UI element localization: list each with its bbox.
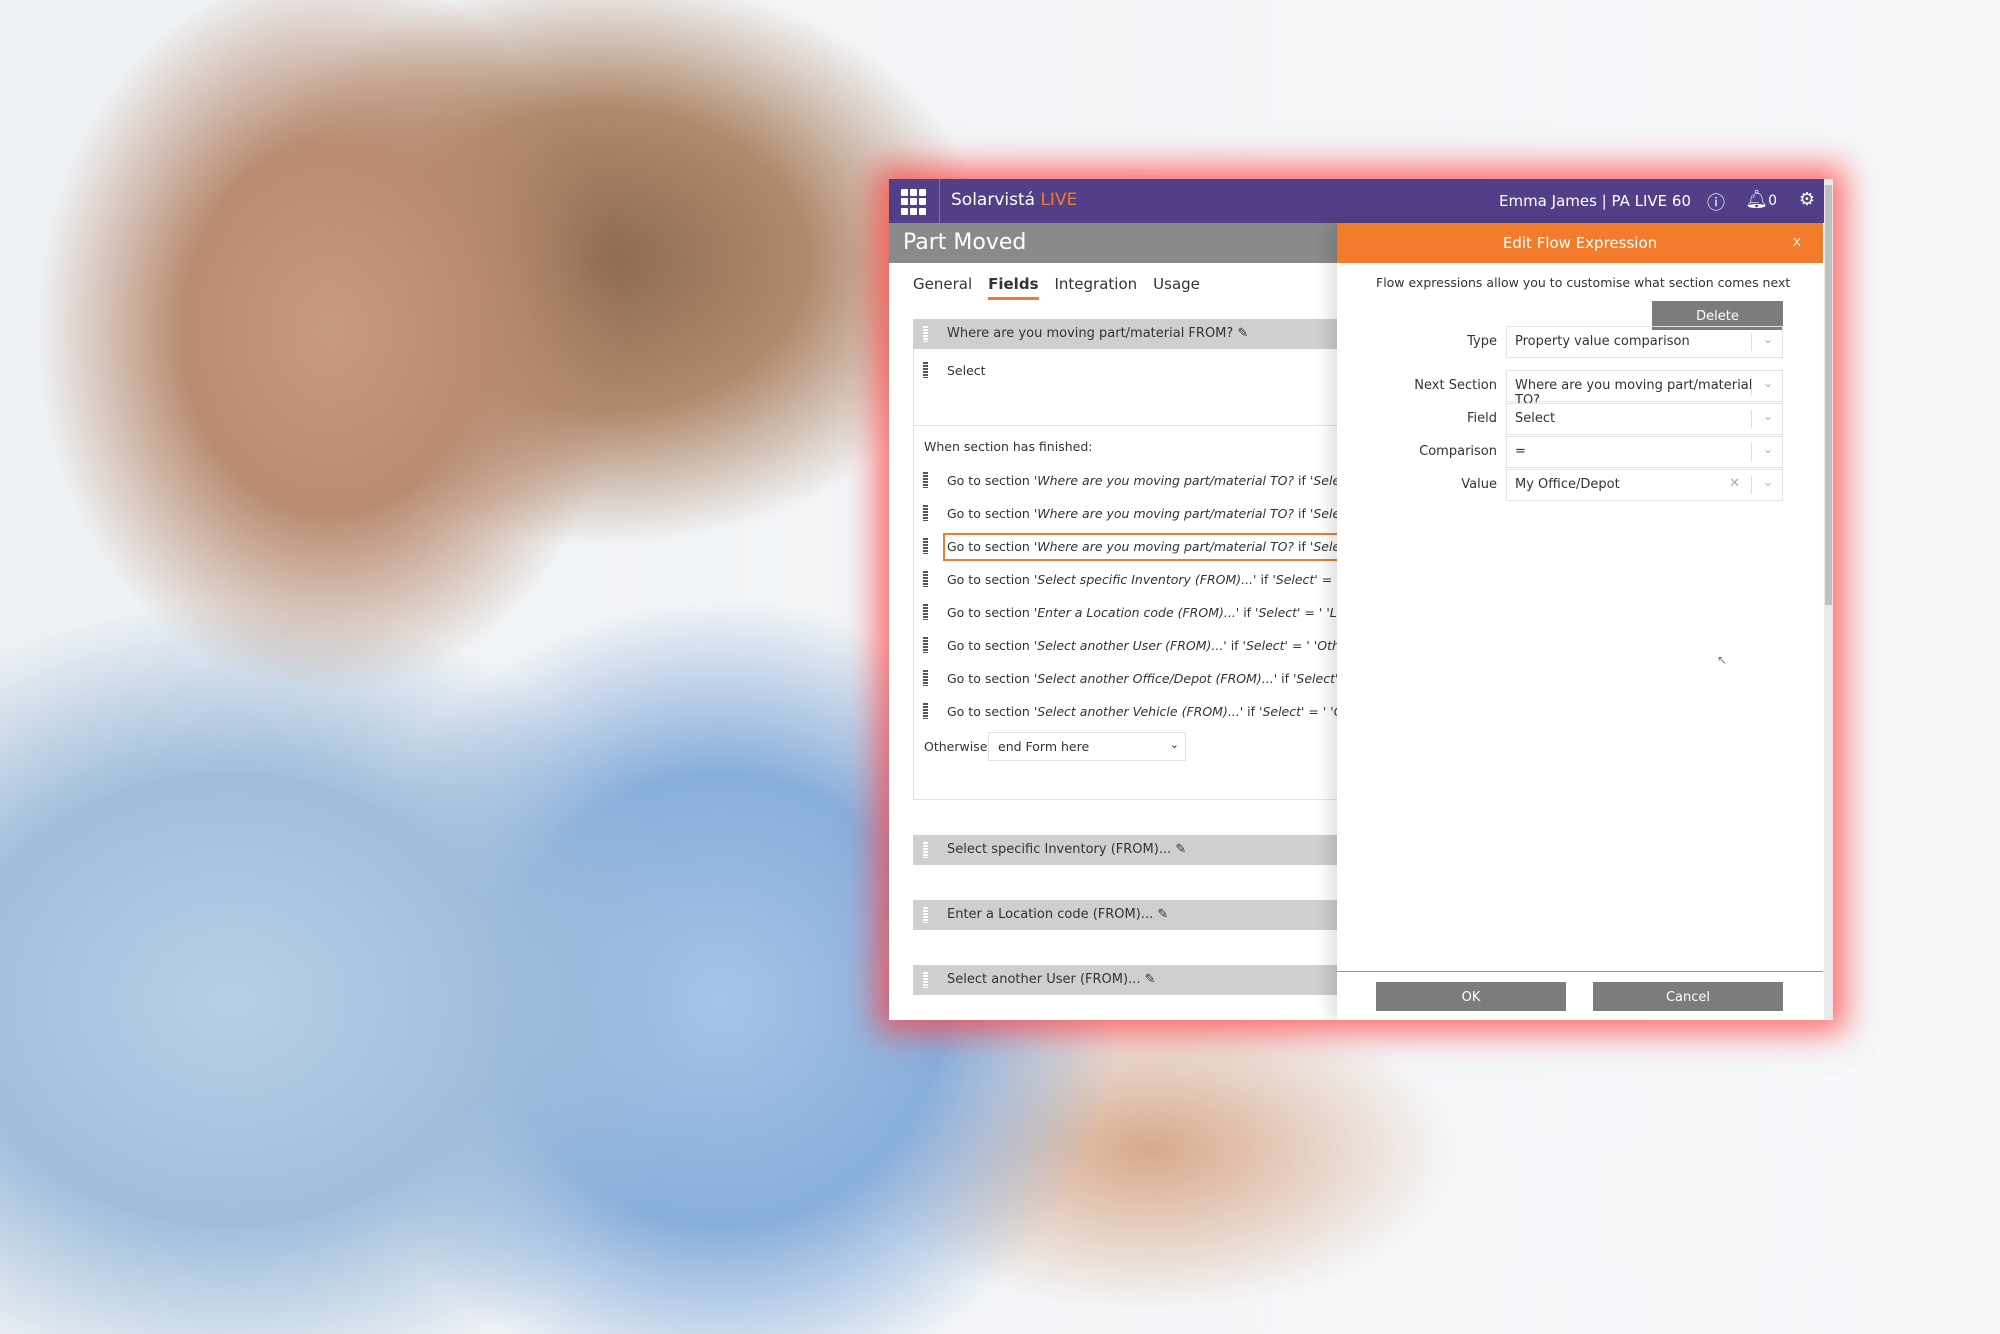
edit-icon[interactable]: ✎ <box>1145 972 1156 987</box>
drag-handle-icon[interactable] <box>923 972 928 988</box>
chevron-down-icon: ⌄ <box>1762 442 1773 456</box>
drag-handle-icon[interactable] <box>923 571 928 587</box>
drag-handle-icon[interactable] <box>923 505 928 521</box>
drag-handle-icon[interactable] <box>923 670 928 686</box>
comparison-select[interactable]: = ⌄ <box>1506 436 1783 468</box>
drag-handle-icon[interactable] <box>923 604 928 620</box>
edit-icon[interactable]: ✎ <box>1175 842 1186 857</box>
flow-rule[interactable]: Go to section 'Select specific Inventory… <box>913 566 1343 594</box>
drag-handle-icon[interactable] <box>923 703 928 719</box>
type-select[interactable]: Property value comparison ⌄ <box>1506 326 1783 358</box>
scrollbar-thumb[interactable] <box>1825 185 1832 605</box>
chevron-down-icon: ⌄ <box>1762 409 1773 423</box>
drag-handle-icon[interactable] <box>923 907 928 923</box>
help-icon[interactable]: ⓘ <box>1707 189 1725 215</box>
bell-icon[interactable]: 🔔︎0 <box>1745 189 1777 210</box>
mouse-cursor-icon: ↖ <box>1717 653 1728 667</box>
top-bar: Solarvistá LIVE Emma James | PA LIVE 60 … <box>889 179 1833 223</box>
field-label: Value <box>1461 477 1497 492</box>
field-label: Field <box>1466 411 1497 426</box>
value-select[interactable]: My Office/Depot ✕ ⌄ <box>1506 469 1783 501</box>
section-header[interactable]: Where are you moving part/material FROM?… <box>913 319 1343 349</box>
footer-divider <box>1337 971 1823 972</box>
drag-handle-icon[interactable] <box>923 362 928 378</box>
flow-rule[interactable]: Go to section 'Enter a Location code (FR… <box>913 599 1343 627</box>
edit-icon[interactable]: ✎ <box>1237 326 1248 341</box>
field-label: Next Section <box>1414 378 1497 393</box>
section-header[interactable]: Enter a Location code (FROM)... ✎ <box>913 900 1343 930</box>
edit-icon[interactable]: ✎ <box>1157 907 1168 922</box>
tab-general[interactable]: General <box>913 275 972 297</box>
drag-handle-icon[interactable] <box>923 326 928 342</box>
flow-rule[interactable]: Go to section 'Select another Office/Dep… <box>913 665 1343 693</box>
chevron-down-icon: ⌄ <box>1762 376 1773 390</box>
section-header[interactable]: Select another User (FROM)... ✎ <box>913 965 1343 995</box>
drag-handle-icon[interactable] <box>923 637 928 653</box>
finished-label: When section has finished: <box>924 439 1093 454</box>
gear-icon[interactable]: ⚙ <box>1799 189 1815 210</box>
chevron-down-icon: ⌄ <box>1169 738 1179 751</box>
flow-rule[interactable]: Go to section 'Where are you moving part… <box>913 467 1343 495</box>
edit-flow-expression-panel: Edit Flow Expression x Flow expressions a… <box>1337 223 1823 1020</box>
ok-button[interactable]: OK <box>1376 982 1566 1011</box>
tabs: General Fields Integration Usage <box>913 275 1216 300</box>
tab-integration[interactable]: Integration <box>1055 275 1138 297</box>
otherwise-label: Otherwise <box>924 739 988 754</box>
scrollbar[interactable] <box>1824 179 1833 1020</box>
drag-handle-icon[interactable] <box>923 538 928 554</box>
field-select[interactable]: Select ⌄ <box>1506 403 1783 435</box>
section-header[interactable]: Select specific Inventory (FROM)... ✎ <box>913 835 1343 865</box>
tab-fields[interactable]: Fields <box>988 275 1039 300</box>
close-icon[interactable]: x <box>1793 234 1801 250</box>
clear-icon[interactable]: ✕ <box>1729 476 1740 491</box>
panel-header: Edit Flow Expression x <box>1337 223 1823 263</box>
field-item[interactable]: Select <box>913 357 1343 385</box>
divider <box>913 425 1343 426</box>
chevron-down-icon: ⌄ <box>1762 332 1773 346</box>
app-window: Solarvistá LIVE Emma James | PA LIVE 60 … <box>889 179 1833 1020</box>
user-info[interactable]: Emma James | PA LIVE 60 <box>1499 192 1691 210</box>
otherwise-select[interactable]: end Form here ⌄ <box>988 732 1186 761</box>
panel-description: Flow expressions allow you to customise … <box>1376 275 1791 290</box>
flow-rule[interactable]: Go to section 'Select another Vehicle (F… <box>913 698 1343 726</box>
field-label: Comparison <box>1419 444 1497 459</box>
field-label: Type <box>1467 334 1497 349</box>
notification-count: 0 <box>1768 193 1777 209</box>
page-title: Part Moved <box>889 223 1337 263</box>
flow-rule[interactable]: Go to section 'Where are you moving part… <box>913 533 1343 561</box>
drag-handle-icon[interactable] <box>923 472 928 488</box>
chevron-down-icon: ⌄ <box>1762 475 1773 489</box>
next-section-select[interactable]: Where are you moving part/material TO? ⌄ <box>1506 370 1783 408</box>
cancel-button[interactable]: Cancel <box>1593 982 1783 1011</box>
tab-usage[interactable]: Usage <box>1153 275 1200 297</box>
apps-grid-icon[interactable] <box>901 189 927 215</box>
brand-logo: Solarvistá LIVE <box>951 190 1078 210</box>
drag-handle-icon[interactable] <box>923 842 928 858</box>
flow-rule[interactable]: Go to section 'Where are you moving part… <box>913 500 1343 528</box>
flow-rule[interactable]: Go to section 'Select another User (FROM… <box>913 632 1343 660</box>
selected-outline <box>943 533 1343 561</box>
